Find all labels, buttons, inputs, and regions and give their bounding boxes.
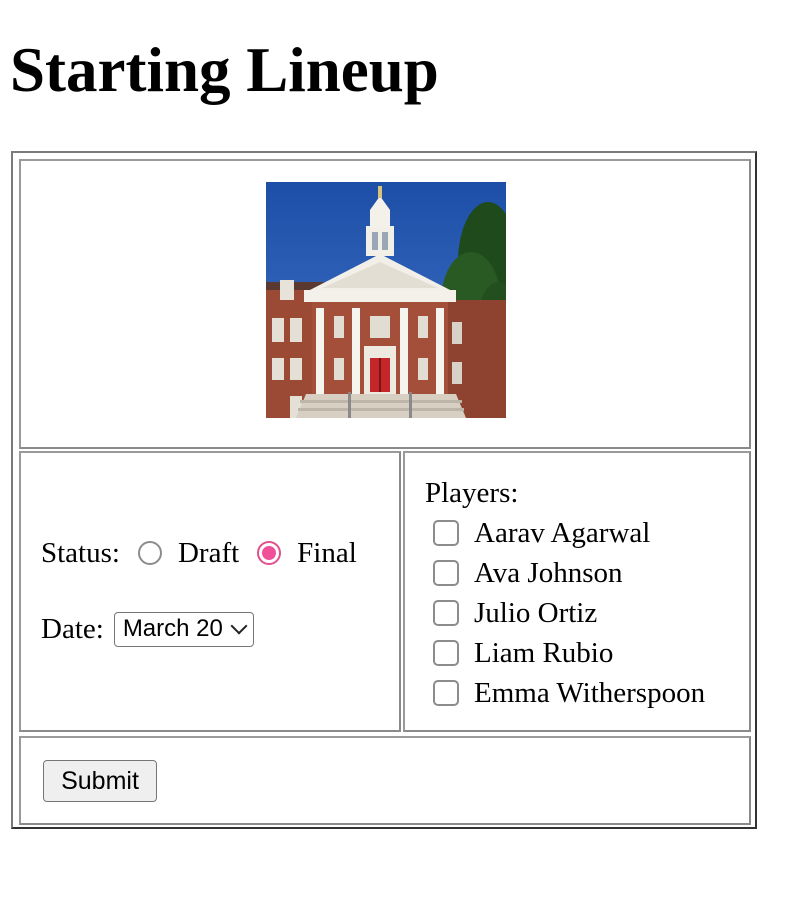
status-draft-label[interactable]: Draft (178, 535, 239, 571)
player-list: Aarav Agarwal Ava Johnson Julio Ortiz Li… (433, 513, 705, 713)
player-item: Emma Witherspoon (433, 673, 705, 713)
date-select[interactable]: March 20 (113, 611, 254, 647)
status-label: Status: (41, 537, 120, 569)
players-cell: Players: Aarav Agarwal Ava Johnson Julio… (403, 451, 751, 732)
status-final-label[interactable]: Final (297, 535, 357, 571)
player-name[interactable]: Liam Rubio (474, 637, 613, 670)
player-checkbox[interactable] (433, 600, 459, 626)
status-date-cell: Status: Draft Final Date: March 20 (19, 451, 401, 732)
school-building-image (266, 182, 506, 418)
page-title: Starting Lineup (10, 35, 439, 105)
player-item: Julio Ortiz (433, 593, 705, 633)
status-draft-radio[interactable] (137, 541, 162, 565)
players-label: Players: (425, 477, 519, 509)
date-select-value: March 20 (122, 615, 223, 642)
player-checkbox[interactable] (433, 560, 459, 586)
player-item: Aarav Agarwal (433, 513, 705, 553)
player-name[interactable]: Aarav Agarwal (474, 517, 650, 550)
player-name[interactable]: Emma Witherspoon (474, 677, 705, 710)
player-name[interactable]: Julio Ortiz (474, 597, 597, 630)
status-final-radio[interactable] (257, 541, 282, 565)
status-row: Status: Draft Final (41, 535, 357, 571)
player-item: Ava Johnson (433, 553, 705, 593)
image-cell (19, 159, 751, 449)
date-label: Date: (41, 613, 104, 645)
submit-button[interactable]: Submit (43, 760, 157, 802)
player-checkbox[interactable] (433, 520, 459, 546)
player-item: Liam Rubio (433, 633, 705, 673)
chevron-down-icon (230, 617, 248, 635)
lineup-form-table: Status: Draft Final Date: March 20 Playe… (11, 151, 757, 829)
player-checkbox[interactable] (433, 680, 459, 706)
player-name[interactable]: Ava Johnson (474, 557, 622, 590)
date-row: Date: March 20 (41, 611, 254, 647)
player-checkbox[interactable] (433, 640, 459, 666)
submit-cell: Submit (19, 736, 751, 825)
